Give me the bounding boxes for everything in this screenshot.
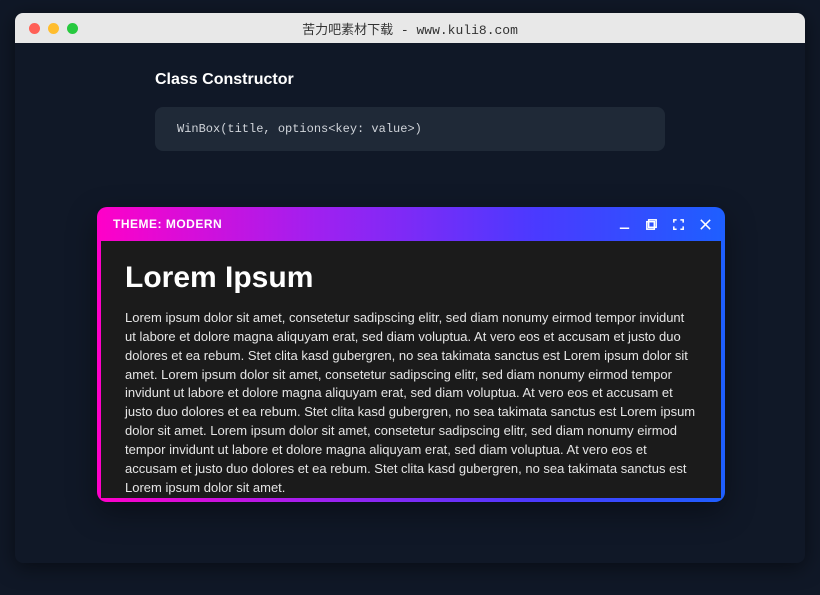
winbox-titlebar[interactable]: THEME: MODERN — [101, 207, 721, 241]
close-icon[interactable] — [697, 216, 713, 232]
content-heading: Lorem Ipsum — [125, 261, 697, 295]
fullscreen-icon[interactable] — [670, 216, 686, 232]
minimize-window-icon[interactable] — [48, 23, 59, 34]
winbox-controls — [616, 216, 713, 232]
code-block: WinBox(title, options<key: value>) — [155, 107, 665, 151]
close-window-icon[interactable] — [29, 23, 40, 34]
winbox-modal[interactable]: THEME: MODERN Lorem Ipsum Lorem ipsum do… — [97, 207, 725, 502]
maximize-window-icon[interactable] — [67, 23, 78, 34]
traffic-lights — [15, 23, 78, 34]
restore-icon[interactable] — [643, 216, 659, 232]
browser-titlebar: 苦力吧素材下载 - www.kuli8.com — [15, 13, 805, 43]
winbox-title: THEME: MODERN — [113, 217, 222, 231]
minimize-icon[interactable] — [616, 216, 632, 232]
section-heading: Class Constructor — [155, 71, 805, 89]
browser-window: 苦力吧素材下载 - www.kuli8.com Class Constructo… — [15, 13, 805, 563]
page-content: Class Constructor WinBox(title, options<… — [15, 43, 805, 151]
winbox-body[interactable]: Lorem Ipsum Lorem ipsum dolor sit amet, … — [101, 241, 721, 498]
browser-title: 苦力吧素材下载 - www.kuli8.com — [15, 19, 805, 38]
content-paragraph: Lorem ipsum dolor sit amet, consetetur s… — [125, 309, 697, 497]
